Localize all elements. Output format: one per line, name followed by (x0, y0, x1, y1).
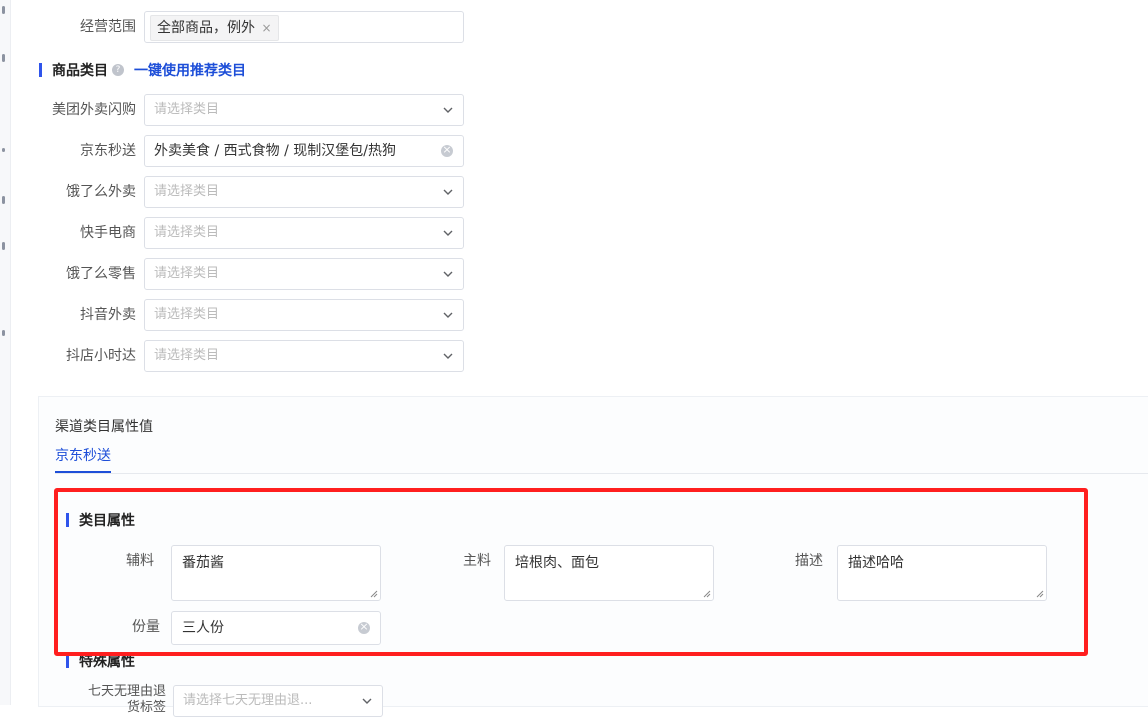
channel-category-select[interactable]: 请选择类目 (144, 217, 464, 249)
channel-label: 美团外卖闪购 (52, 102, 136, 118)
return-policy-label: 七天无理由退 货标签 (66, 684, 166, 716)
select-placeholder: 请选择类目 (154, 225, 220, 240)
scope-row: 经营范围 全部商品，例外 × (0, 11, 470, 43)
select-placeholder: 请选择类目 (154, 266, 220, 281)
channel-row-eleme-takeout: 饿了么外卖 请选择类目 (0, 176, 470, 208)
scope-tag-text: 全部商品，例外 (157, 20, 255, 36)
highlight-box (54, 488, 1088, 656)
channel-category-select[interactable]: 请选择类目 (144, 94, 464, 126)
chevron-down-icon (362, 698, 372, 704)
channel-row-kuaishou: 快手电商 请选择类目 (0, 217, 470, 249)
channel-label: 抖店小时达 (66, 348, 136, 364)
channel-row-douyin-takeout: 抖音外卖 请选择类目 (0, 299, 470, 331)
scope-tag: 全部商品，例外 × (150, 15, 279, 41)
chevron-down-icon (443, 189, 453, 195)
channel-label: 快手电商 (80, 225, 136, 241)
tab-jd[interactable]: 京东秒送 (55, 446, 111, 473)
return-policy-label-line1: 七天无理由退 (87, 684, 166, 699)
category-section-title: 商品类目 (52, 63, 108, 79)
scope-label: 经营范围 (80, 19, 136, 35)
panel-title: 渠道类目属性值 (55, 419, 153, 435)
select-placeholder: 请选择类目 (154, 184, 220, 199)
chevron-down-icon (443, 353, 453, 359)
channel-label: 饿了么零售 (66, 266, 136, 282)
chevron-down-icon (443, 312, 453, 318)
channel-row-eleme-retail: 饿了么零售 请选择类目 (0, 258, 470, 290)
channel-row-meituan: 美团外卖闪购 请选择类目 (0, 94, 470, 126)
use-recommended-category-link[interactable]: 一键使用推荐类目 (134, 60, 246, 80)
return-policy-select[interactable]: 请选择七天无理由退... (173, 685, 383, 717)
section-bar (39, 63, 42, 77)
select-placeholder: 请选择七天无理由退... (183, 693, 313, 708)
channel-row-doudian: 抖店小时达 请选择类目 (0, 340, 470, 372)
channel-category-select[interactable]: 请选择类目 (144, 299, 464, 331)
channel-tabs: 京东秒送 (55, 446, 1148, 474)
select-placeholder: 请选择类目 (154, 102, 220, 117)
channel-category-select[interactable]: 请选择类目 (144, 258, 464, 290)
channel-category-select[interactable]: 请选择类目 (144, 340, 464, 372)
channel-row-jd: 京东秒送 外卖美食 / 西式食物 / 现制汉堡包/热狗 (0, 135, 470, 167)
return-policy-label-line2: 货标签 (126, 700, 166, 715)
chevron-down-icon (443, 271, 453, 277)
section-bar (66, 654, 69, 668)
tag-close-icon[interactable]: × (261, 21, 271, 35)
select-placeholder: 请选择类目 (154, 307, 220, 322)
select-placeholder: 请选择类目 (154, 348, 220, 363)
help-icon[interactable]: ? (112, 64, 124, 76)
channel-label: 抖音外卖 (80, 307, 136, 323)
channel-label: 饿了么外卖 (66, 184, 136, 200)
chevron-down-icon (443, 107, 453, 113)
category-section-header: 商品类目 ? 一键使用推荐类目 (39, 60, 246, 80)
channel-label: 京东秒送 (80, 143, 136, 159)
channel-category-select[interactable]: 外卖美食 / 西式食物 / 现制汉堡包/热狗 (144, 135, 464, 167)
chevron-down-icon (443, 230, 453, 236)
clear-icon[interactable] (441, 142, 453, 158)
scope-select[interactable]: 全部商品，例外 × (144, 11, 464, 43)
channel-category-select[interactable]: 请选择类目 (144, 176, 464, 208)
select-value: 外卖美食 / 西式食物 / 现制汉堡包/热狗 (154, 143, 396, 159)
